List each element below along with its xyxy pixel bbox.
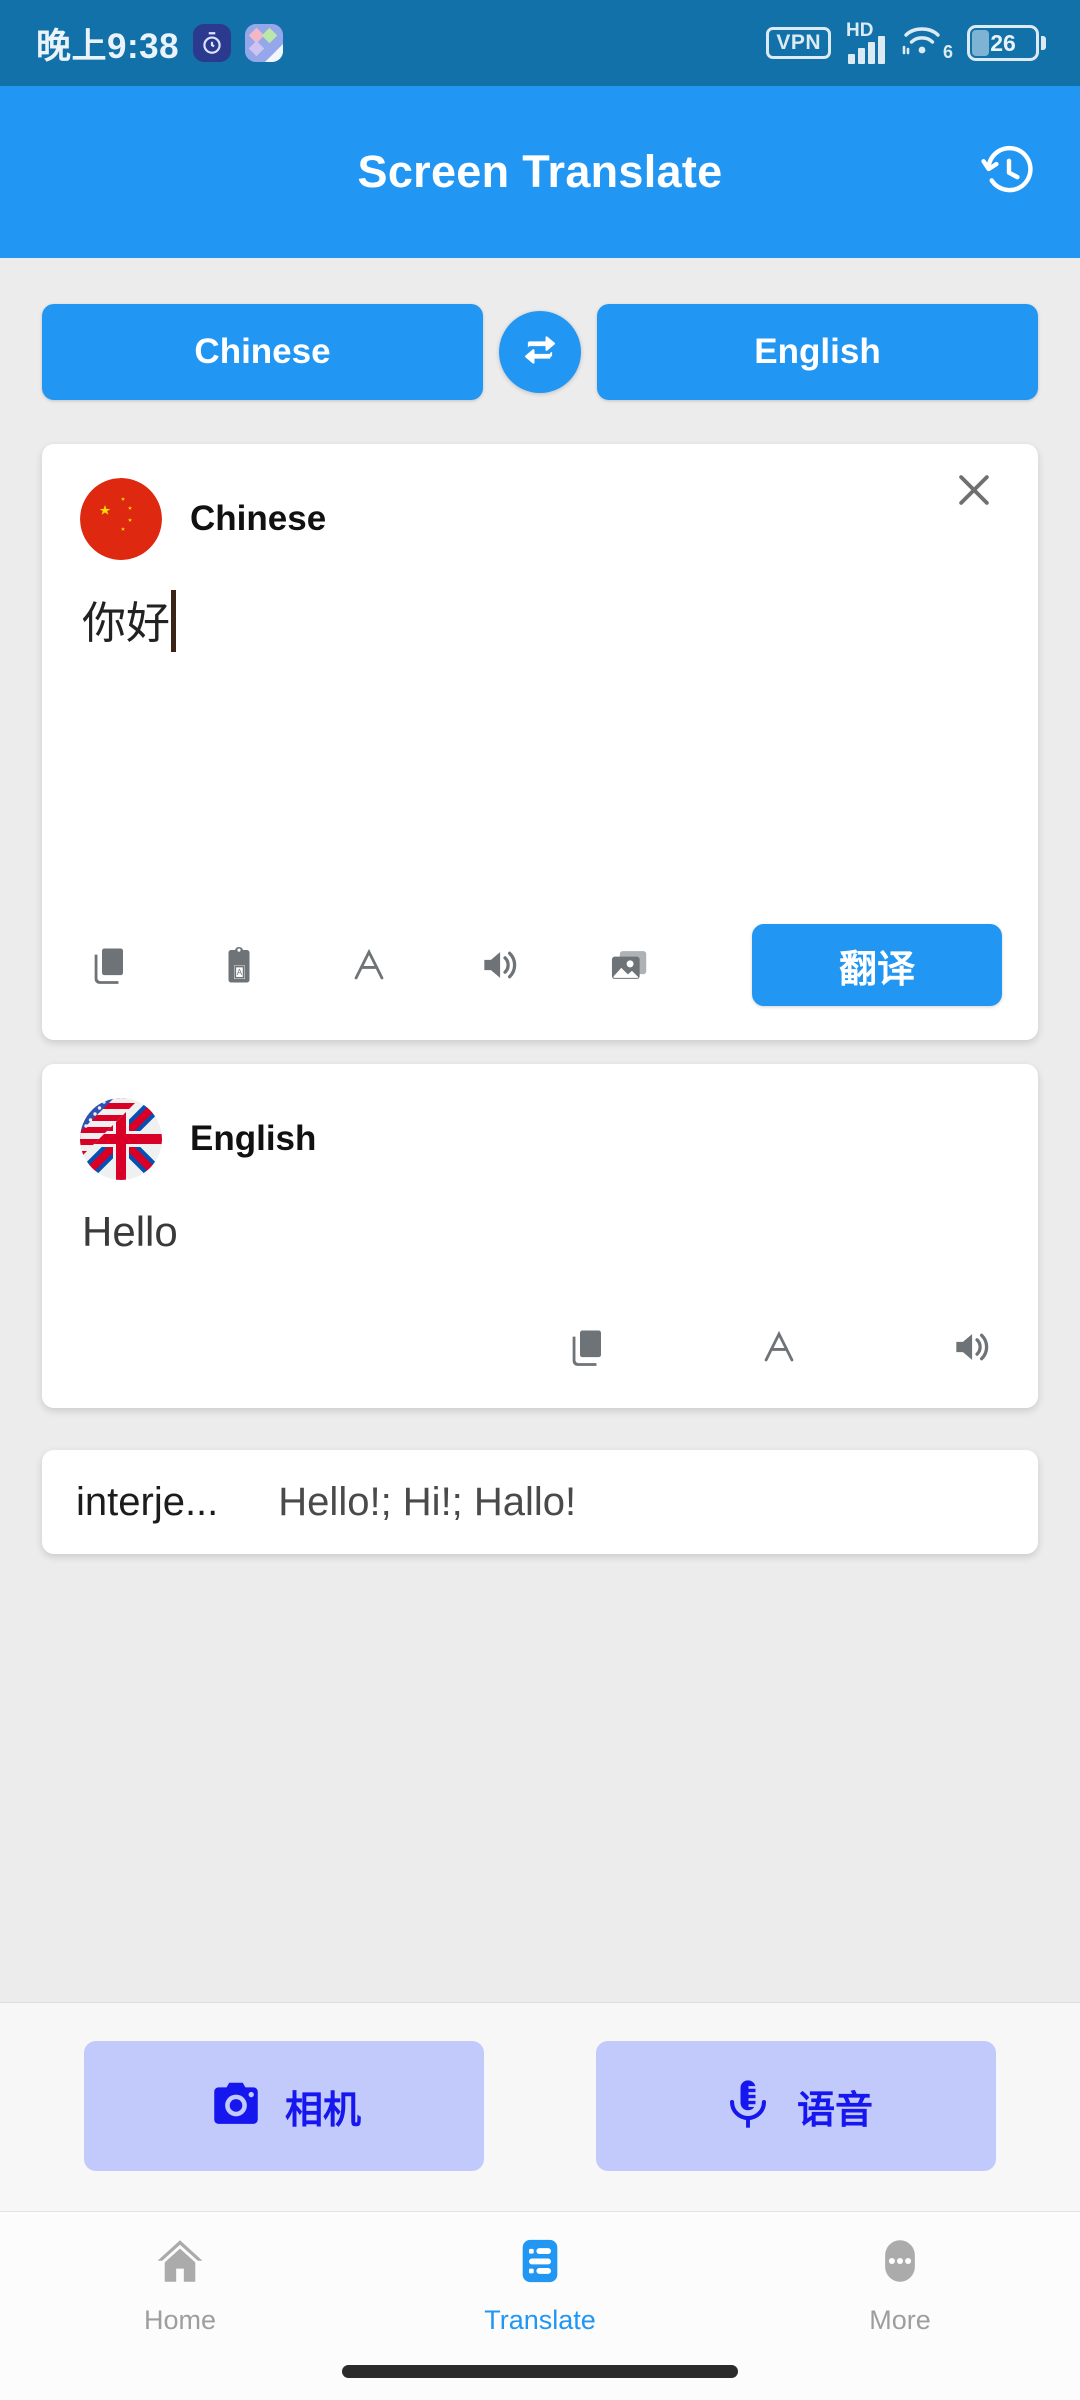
battery-icon: 26 xyxy=(967,25,1046,61)
speaker-icon[interactable] xyxy=(468,934,530,996)
source-text-input[interactable]: 你好 xyxy=(42,560,1038,924)
hd-label: HD xyxy=(846,20,874,41)
translate-button[interactable]: 翻译 xyxy=(752,924,1002,1006)
nav-item-translate[interactable]: Translate xyxy=(360,2234,720,2336)
status-bar-right: VPN HD 6 26 xyxy=(766,20,1046,64)
copy-icon[interactable] xyxy=(78,934,140,996)
source-language-button[interactable]: Chinese xyxy=(42,304,483,400)
nav-item-more[interactable]: More xyxy=(720,2234,1080,2336)
nav-label-home: Home xyxy=(143,2305,217,2335)
source-toolbar: A 翻译 xyxy=(42,924,1038,1040)
vpn-icon: VPN xyxy=(766,26,831,60)
cellular-signal-icon: HD xyxy=(846,20,885,64)
english-flag-icon xyxy=(80,1098,162,1180)
definition-card[interactable]: interje... Hello!; Hi!; Hallo! xyxy=(42,1450,1038,1554)
target-translation-card: English Hello xyxy=(42,1064,1038,1408)
status-bar: 晚上9:38 VPN HD 6 26 xyxy=(0,0,1080,86)
nav-label-more: More xyxy=(869,2305,931,2335)
swap-languages-button[interactable] xyxy=(499,311,581,393)
camera-button[interactable]: 相机 xyxy=(84,2041,484,2171)
app-root: 晚上9:38 VPN HD 6 26 Screen Translate Chin… xyxy=(0,0,1080,2400)
battery-percent-label: 26 xyxy=(990,29,1016,56)
gesture-home-bar[interactable] xyxy=(342,2364,738,2378)
font-size-icon[interactable] xyxy=(338,934,400,996)
target-card-header: English xyxy=(42,1064,1038,1180)
wifi-generation-label: 6 xyxy=(942,42,953,62)
source-text-value: 你好 xyxy=(82,598,170,649)
target-card-language-label: English xyxy=(190,1119,317,1158)
wifi-icon: 6 xyxy=(902,23,953,63)
language-selector: Chinese English xyxy=(0,258,1080,400)
app-bar: Screen Translate xyxy=(0,86,1080,258)
status-bar-clock: 晚上9:38 xyxy=(36,26,180,66)
voice-button[interactable]: 语音 xyxy=(596,2041,996,2171)
svg-text:A: A xyxy=(237,968,243,977)
gesture-bar-area xyxy=(0,2342,1080,2400)
swap-horizontal-icon xyxy=(518,328,562,377)
source-card-header: Chinese xyxy=(42,444,1038,560)
text-caret xyxy=(171,590,176,652)
translated-text: Hello xyxy=(82,1208,178,1255)
camera-button-label: 相机 xyxy=(284,2087,361,2132)
image-icon[interactable] xyxy=(598,934,660,996)
part-of-speech-label: interje... xyxy=(76,1479,219,1524)
close-icon[interactable] xyxy=(946,462,1002,518)
bottom-navigation: Home Translate More xyxy=(0,2211,1080,2342)
source-translation-card: Chinese 你好 A 翻译 xyxy=(42,444,1038,1040)
target-language-button[interactable]: English xyxy=(597,304,1038,400)
target-toolbar xyxy=(42,1316,1038,1408)
copy-icon[interactable] xyxy=(556,1316,618,1378)
microphone-icon xyxy=(719,2075,777,2138)
stopwatch-app-icon xyxy=(193,24,232,62)
history-icon[interactable] xyxy=(974,137,1044,207)
speaker-icon[interactable] xyxy=(940,1316,1002,1378)
nav-item-home[interactable]: Home xyxy=(0,2234,360,2336)
camera-icon xyxy=(207,2075,265,2138)
status-bar-left: 晚上9:38 xyxy=(36,18,284,69)
more-dots-icon xyxy=(873,2234,927,2293)
definition-meanings: Hello!; Hi!; Hallo! xyxy=(278,1479,577,1524)
diamond-app-icon xyxy=(245,24,284,62)
translate-list-icon xyxy=(513,2234,567,2293)
nav-label-translate: Translate xyxy=(484,2305,596,2335)
china-flag-icon xyxy=(80,478,162,560)
quick-actions-bar: 相机 语音 xyxy=(0,2002,1080,2211)
source-card-language-label: Chinese xyxy=(190,499,327,538)
home-icon xyxy=(153,2234,207,2293)
voice-button-label: 语音 xyxy=(796,2087,873,2132)
paste-icon[interactable]: A xyxy=(208,934,270,996)
font-size-icon[interactable] xyxy=(748,1316,810,1378)
page-title: Screen Translate xyxy=(357,146,723,197)
